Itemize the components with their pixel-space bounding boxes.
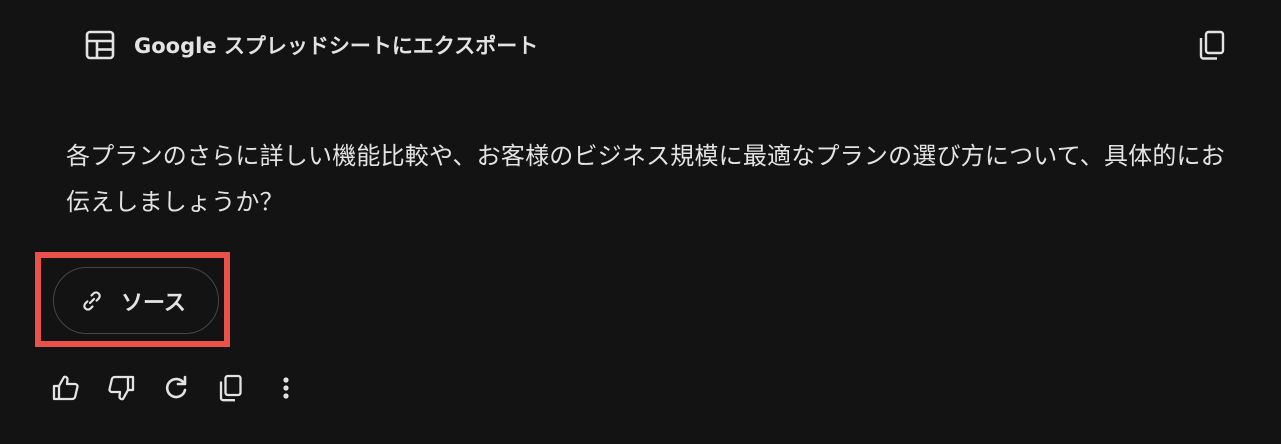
- export-to-sheets-button[interactable]: Google スプレッドシートにエクスポート: [84, 28, 538, 62]
- copy-table-button[interactable]: [1196, 29, 1228, 61]
- copy-response-button[interactable]: [215, 372, 247, 404]
- thumb-down-icon: [108, 375, 135, 401]
- table-icon: [85, 30, 115, 60]
- refresh-icon: [165, 375, 187, 399]
- sources-button[interactable]: ソース: [53, 267, 219, 334]
- copy-icon: [1199, 30, 1225, 60]
- link-icon: [83, 290, 101, 311]
- thumb-up-button[interactable]: [50, 372, 82, 404]
- regenerate-button[interactable]: [160, 372, 192, 404]
- response-actions: [50, 370, 302, 406]
- more-options-button[interactable]: [270, 372, 302, 404]
- export-label: Google スプレッドシートにエクスポート: [134, 34, 539, 58]
- copy-icon: [219, 374, 242, 402]
- thumb-down-button[interactable]: [105, 372, 137, 404]
- thumb-up-icon: [52, 375, 79, 401]
- more-vert-icon: [283, 377, 289, 399]
- response-message: 各プランのさらに詳しい機能比較や、お客様のビジネス規模に最適なプランの選び方につ…: [66, 142, 1225, 216]
- sources-label: ソース: [121, 290, 186, 316]
